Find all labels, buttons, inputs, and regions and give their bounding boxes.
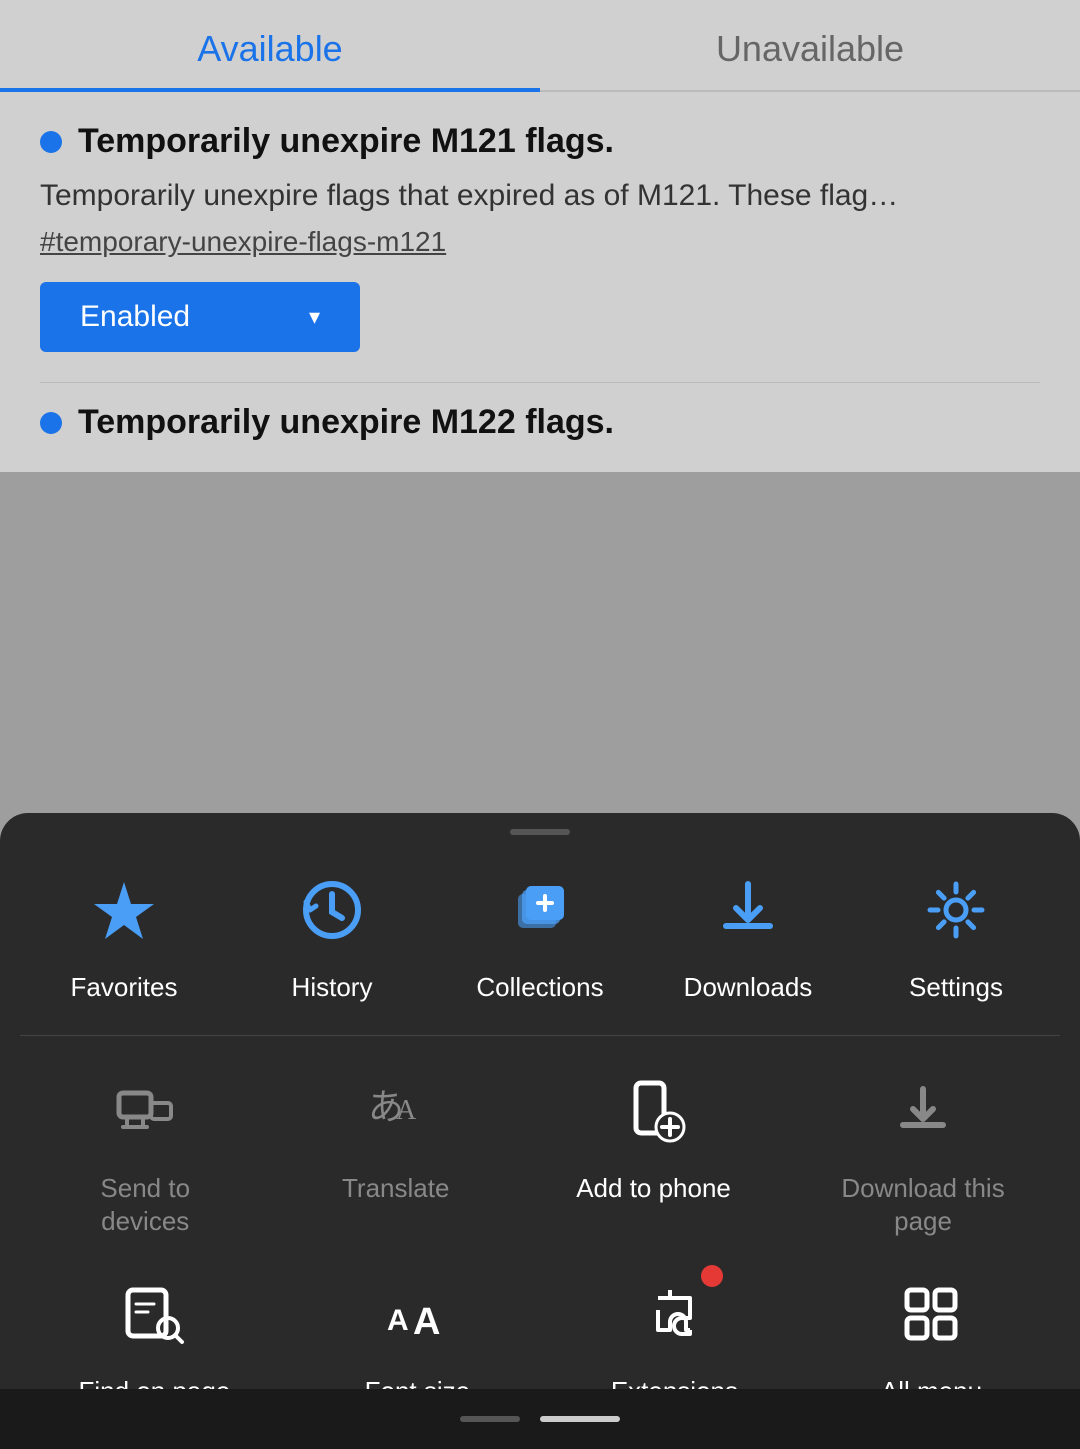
find-on-page-icon (109, 1269, 199, 1359)
send-devices-button[interactable]: Send todevices (75, 1066, 215, 1240)
settings-icon (911, 865, 1001, 955)
select-arrow-icon: ▾ (309, 304, 320, 330)
middle-icons-row: Send todevices あ A Translate Add to ph (0, 1066, 1080, 1270)
font-size-icon: A A (372, 1269, 462, 1359)
nav-pill-2 (540, 1416, 620, 1422)
add-phone-label: Add to phone (576, 1172, 731, 1206)
add-phone-icon (609, 1066, 699, 1156)
download-page-label: Download thispage (841, 1172, 1004, 1240)
send-devices-icon (100, 1066, 190, 1156)
translate-button[interactable]: あ A Translate (326, 1066, 466, 1240)
flag-desc-1: Temporarily unexpire flags that expired … (40, 173, 1040, 218)
favorites-label: Favorites (71, 971, 178, 1005)
flags-list: Temporarily unexpire M121 flags. Tempora… (0, 92, 1080, 472)
extensions-icon (629, 1269, 719, 1359)
flag-enabled-select[interactable]: Enabled ▾ (40, 282, 360, 352)
all-menu-icon (886, 1269, 976, 1359)
svg-text:A: A (387, 1304, 409, 1337)
send-devices-label: Send todevices (100, 1172, 190, 1240)
svg-text:A: A (413, 1301, 440, 1343)
favorites-button[interactable]: Favorites (54, 865, 194, 1005)
add-phone-button[interactable]: Add to phone (576, 1066, 731, 1240)
tabs-container: Available Unavailable (0, 0, 1080, 92)
settings-label: Settings (909, 971, 1003, 1005)
top-icons-row: Favorites History (0, 865, 1080, 1035)
flag-title-1: Temporarily unexpire M121 flags. (40, 122, 1040, 161)
star-icon (79, 865, 169, 955)
collections-icon (495, 865, 585, 955)
flag-link-1[interactable]: #temporary-unexpire-flags-m121 (40, 226, 1040, 258)
downloads-button[interactable]: Downloads (678, 865, 818, 1005)
flag-title-2: Temporarily unexpire M122 flags. (40, 403, 1040, 442)
bottom-sheet: Favorites History (0, 813, 1080, 1449)
translate-label: Translate (342, 1172, 449, 1206)
collections-button[interactable]: Collections (470, 865, 610, 1005)
divider (40, 382, 1040, 383)
nav-pill-1 (460, 1416, 520, 1422)
drag-handle[interactable] (510, 829, 570, 835)
nav-bar (0, 1389, 1080, 1449)
page-content: Available Unavailable Temporarily unexpi… (0, 0, 1080, 472)
extensions-badge (701, 1265, 723, 1287)
collections-label: Collections (476, 971, 603, 1005)
history-icon (287, 865, 377, 955)
tab-unavailable[interactable]: Unavailable (540, 0, 1080, 90)
tab-available[interactable]: Available (0, 0, 540, 90)
flag-dot-2 (40, 412, 62, 434)
download-page-button[interactable]: Download thispage (841, 1066, 1004, 1240)
downloads-label: Downloads (684, 971, 813, 1005)
download-page-icon (878, 1066, 968, 1156)
downloads-icon (703, 865, 793, 955)
history-label: History (292, 971, 373, 1005)
svg-text:A: A (396, 1095, 417, 1126)
translate-icon: あ A (351, 1066, 441, 1156)
separator-1 (20, 1035, 1060, 1036)
history-button[interactable]: History (262, 865, 402, 1005)
settings-button[interactable]: Settings (886, 865, 1026, 1005)
flag-item-1: Temporarily unexpire M121 flags. Tempora… (40, 122, 1040, 352)
flag-dot-1 (40, 131, 62, 153)
